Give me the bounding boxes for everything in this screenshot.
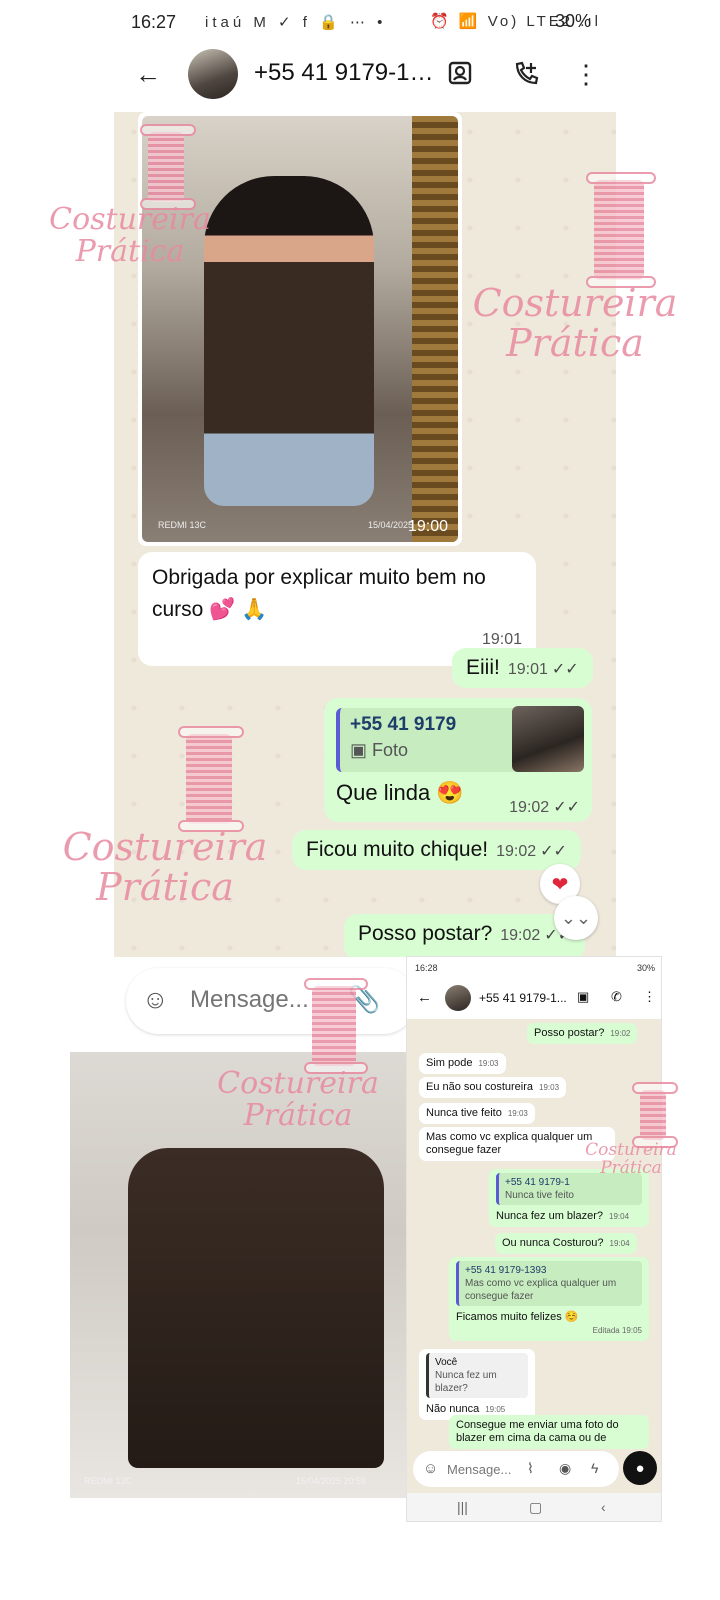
message-time: 19:02	[500, 927, 541, 944]
call-add-icon: ✆	[611, 989, 622, 1004]
image-message[interactable]: REDMI 13C 15/04/2025 19:00	[138, 112, 462, 546]
notification-icons: itaú M ✓ f 🔒 ⋯ •	[205, 14, 387, 31]
inset-incoming-message: Eu não sou costureira 19:03	[419, 1077, 567, 1098]
inset-header: ← +55 41 9179-1... ▣ ✆ ⋮	[407, 979, 661, 1019]
contact-name: +55 41 9179-1...	[479, 991, 567, 1005]
message-text: Ficou muito chique!	[306, 838, 489, 861]
photo-watermark: REDMI 13C	[84, 1476, 133, 1486]
android-nav-bar: ||| ▢ ‹	[407, 1493, 661, 1521]
person-figure	[204, 176, 374, 506]
photo-watermark: REDMI 13C	[158, 520, 207, 530]
photo-time: 19:00	[407, 518, 448, 535]
message-text: Que linda 😍	[336, 780, 464, 805]
inset-incoming-message: Sim pode 19:03	[419, 1053, 506, 1074]
read-ticks-icon: ✓✓	[553, 799, 580, 816]
inset-status-bar: 16:28 30%	[407, 957, 661, 979]
quoted-sender: +55 41 9179	[350, 714, 457, 735]
photo-date: 15/04/2025	[368, 520, 414, 530]
inset-incoming-message: Mas como vc explica qualquer um consegue…	[419, 1127, 615, 1161]
chat-header: ← +55 41 9179-1… ⋮	[120, 44, 620, 104]
message-input[interactable]	[190, 986, 340, 1014]
message-composer[interactable]: ☺ 📎	[126, 968, 416, 1034]
outgoing-message[interactable]: Ficou muito chique! 19:02 ✓✓	[292, 830, 581, 870]
message-time: 19:01	[507, 661, 548, 678]
inset-outgoing-reply: +55 41 9179-1 Nunca tive feito Nunca fez …	[489, 1169, 649, 1227]
contact-name[interactable]: +55 41 9179-1…	[254, 59, 433, 87]
avatar	[445, 985, 471, 1011]
mirror-frame	[412, 116, 458, 542]
attach-icon[interactable]: 📎	[348, 984, 380, 1015]
message-text: Obrigada por explicar muito bem no curso…	[152, 566, 486, 621]
quoted-message[interactable]: +55 41 9179 ▣ Foto	[336, 708, 522, 772]
blazer-figure	[128, 1148, 384, 1468]
sticker-icon: ☺	[423, 1460, 439, 1477]
inset-status-time: 16:28	[415, 963, 438, 973]
sticker-icon[interactable]: ☺	[142, 984, 169, 1015]
back-arrow-icon[interactable]: ←	[128, 54, 168, 94]
photo-date: 15/04/2025 20:59	[296, 1476, 367, 1486]
inset-battery: 30%	[636, 963, 655, 973]
back-arrow-icon: ←	[417, 989, 432, 1006]
message-text: Eiii!	[466, 656, 500, 679]
inset-composer: ☺ Mensage... ⌇ ◉ ϟ	[413, 1451, 619, 1487]
outgoing-reply-message[interactable]: +55 41 9179 ▣ Foto Que linda 😍 19:02 ✓✓	[324, 698, 592, 822]
contact-card-icon: ▣	[577, 989, 590, 1004]
inset-screenshot: 16:28 30% ← +55 41 9179-1... ▣ ✆ ⋮ Posso…	[406, 956, 662, 1522]
call-add-icon[interactable]	[506, 54, 546, 94]
bolt-icon: ϟ	[591, 1460, 599, 1476]
back-icon: ‹	[601, 1499, 606, 1515]
microphone-icon: ●	[623, 1451, 657, 1485]
contact-card-icon[interactable]	[440, 54, 480, 94]
inset-outgoing-message: Ou nunca Costurou? 19:04	[495, 1233, 637, 1254]
inset-outgoing-message: Posso postar? 19:02	[527, 1023, 638, 1044]
read-ticks-icon: ✓✓	[551, 661, 579, 678]
avatar[interactable]	[188, 49, 238, 99]
outgoing-message[interactable]: Eiii! 19:01 ✓✓	[452, 648, 593, 688]
inset-incoming-reply: Você Nunca fez um blazer? Não nunca 19:05	[419, 1349, 535, 1420]
message-time: 19:02	[509, 799, 550, 816]
inset-outgoing-reply: +55 41 9179-1393 Mas como vc explica qual…	[449, 1257, 649, 1341]
more-options-icon[interactable]: ⋮	[566, 54, 606, 94]
selfie-photo[interactable]: REDMI 13C 15/04/2025 19:00	[142, 116, 458, 542]
scroll-down-button[interactable]: ⌄⌄	[554, 896, 598, 940]
outgoing-message[interactable]: Posso postar? 19:02 ✓✓	[344, 914, 586, 957]
status-time: 16:27	[131, 12, 177, 32]
battery-level: 30%	[555, 11, 592, 31]
quoted-photo-label: ▣ Foto	[350, 740, 409, 760]
read-ticks-icon: ✓✓	[540, 843, 567, 860]
message-text: Posso postar?	[358, 922, 493, 945]
blazer-photo: REDMI 13C 15/04/2025 20:59	[70, 1052, 406, 1498]
recents-icon: |||	[457, 1499, 468, 1515]
attach-icon: ⌇	[527, 1460, 534, 1476]
quoted-photo-thumbnail[interactable]	[512, 706, 584, 772]
status-bar: 16:27 itaú M ✓ f 🔒 ⋯ • ⏰ 📶 Vo) LTE2 .ıl …	[0, 0, 720, 44]
inset-message-placeholder: Mensage...	[447, 1462, 512, 1477]
inset-outgoing-message: Consegue me enviar uma foto do blazer em…	[449, 1415, 649, 1449]
inset-incoming-message: Nunca tive feito 19:03	[419, 1103, 535, 1124]
message-time: 19:02	[496, 843, 537, 860]
home-icon: ▢	[529, 1499, 543, 1515]
chat-area[interactable]: REDMI 13C 15/04/2025 19:00 Obrigada por …	[114, 112, 616, 957]
more-options-icon: ⋮	[643, 989, 656, 1004]
camera-icon: ◉	[559, 1460, 572, 1476]
message-time: 19:01	[481, 631, 522, 648]
